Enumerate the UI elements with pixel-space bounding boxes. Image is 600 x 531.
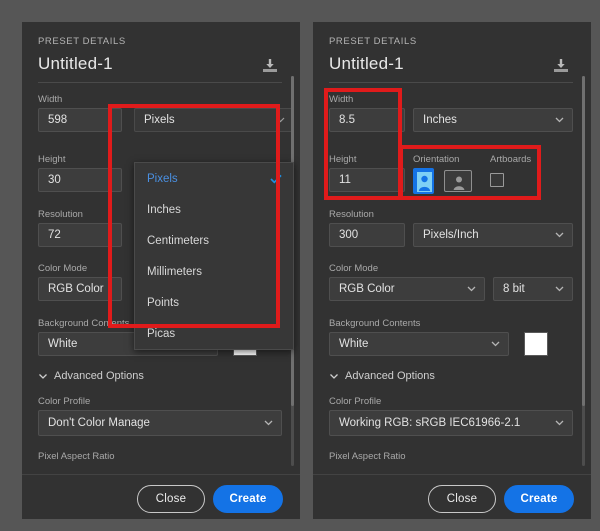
advanced-options-label-left: Advanced Options	[54, 370, 144, 382]
background-contents-label-right: Background Contents	[329, 318, 421, 329]
panel-scrollbar-right[interactable]	[582, 76, 585, 466]
resolution-label-right: Resolution	[329, 209, 374, 220]
units-option-label: Picas	[147, 327, 176, 340]
artboards-label-right: Artboards	[490, 154, 532, 165]
color-profile-value-right: Working RGB: sRGB IEC61966-2.1	[339, 417, 521, 429]
units-option-label: Centimeters	[147, 234, 209, 247]
pixel-aspect-ratio-label-right: Pixel Aspect Ratio	[329, 451, 406, 462]
chevron-down-icon	[555, 230, 564, 239]
width-label-right: Width	[329, 94, 354, 105]
units-option-picas[interactable]: Picas	[135, 318, 293, 349]
chevron-down-icon	[555, 284, 564, 293]
background-color-swatch-right[interactable]	[524, 332, 548, 356]
check-icon	[270, 174, 282, 184]
color-mode-value-right: RGB Color	[339, 283, 395, 295]
artboards-checkbox[interactable]	[490, 173, 504, 187]
background-contents-value-right: White	[339, 338, 369, 350]
advanced-options-toggle-right[interactable]: Advanced Options	[329, 370, 435, 382]
create-button-right[interactable]: Create	[504, 485, 574, 513]
units-option-label: Points	[147, 296, 179, 309]
color-profile-select-right[interactable]: Working RGB: sRGB IEC61966-2.1	[329, 410, 573, 436]
color-mode-label-right: Color Mode	[329, 263, 379, 274]
chevron-down-icon	[329, 371, 339, 381]
chevron-down-icon	[38, 371, 48, 381]
save-preset-icon[interactable]	[551, 57, 571, 75]
chevron-down-icon	[491, 339, 500, 348]
units-select-value-left: Pixels	[144, 114, 175, 126]
color-profile-label-left: Color Profile	[38, 396, 91, 407]
chevron-down-icon	[264, 418, 273, 427]
units-dropdown-menu-left[interactable]: Pixels Inches Centimeters Millimeters Po…	[134, 162, 294, 350]
resolution-unit-value-right: Pixels/Inch	[423, 229, 479, 241]
units-select-left[interactable]: Pixels	[134, 108, 294, 132]
screenshot-stage: PRESET DETAILS Untitled-1 Width 598 Pixe…	[0, 0, 600, 531]
color-depth-value-right: 8 bit	[503, 283, 525, 295]
resolution-input-left[interactable]: 72	[38, 223, 122, 247]
color-profile-select-left[interactable]: Don't Color Manage	[38, 410, 282, 436]
close-button-right[interactable]: Close	[428, 485, 496, 513]
preset-details-heading-right: PRESET DETAILS	[329, 36, 417, 47]
color-profile-label-right: Color Profile	[329, 396, 382, 407]
units-option-label: Millimeters	[147, 265, 202, 278]
footer-divider-left	[22, 474, 300, 475]
scrollbar-thumb[interactable]	[582, 76, 585, 406]
background-contents-select-right[interactable]: White	[329, 332, 509, 356]
units-option-centimeters[interactable]: Centimeters	[135, 225, 293, 256]
color-mode-select-left[interactable]: RGB Color	[38, 277, 122, 301]
width-label-left: Width	[38, 94, 63, 105]
advanced-options-toggle-left[interactable]: Advanced Options	[38, 370, 144, 382]
chevron-down-icon	[555, 115, 564, 124]
color-profile-value-left: Don't Color Manage	[48, 417, 150, 429]
chevron-down-icon	[467, 284, 476, 293]
units-option-points[interactable]: Points	[135, 287, 293, 318]
preset-details-panel-left: PRESET DETAILS Untitled-1 Width 598 Pixe…	[22, 22, 300, 519]
document-name-right: Untitled-1	[329, 54, 404, 73]
close-button-left[interactable]: Close	[137, 485, 205, 513]
units-option-inches[interactable]: Inches	[135, 194, 293, 225]
resolution-label-left: Resolution	[38, 209, 83, 220]
units-option-label: Pixels	[147, 172, 178, 185]
units-select-right[interactable]: Inches	[413, 108, 573, 132]
resolution-input-right[interactable]: 300	[329, 223, 405, 247]
orientation-portrait-icon[interactable]	[413, 168, 434, 194]
advanced-options-label-right: Advanced Options	[345, 370, 435, 382]
save-preset-icon[interactable]	[260, 57, 280, 75]
background-contents-value-left: White	[48, 338, 78, 350]
create-button-left[interactable]: Create	[213, 485, 283, 513]
chevron-down-icon	[276, 115, 285, 124]
width-input-right[interactable]: 8.5	[329, 108, 405, 132]
units-option-millimeters[interactable]: Millimeters	[135, 256, 293, 287]
resolution-unit-select-right[interactable]: Pixels/Inch	[413, 223, 573, 247]
pixel-aspect-ratio-label-left: Pixel Aspect Ratio	[38, 451, 115, 462]
document-name-row-left: Untitled-1	[38, 53, 282, 83]
document-name-left: Untitled-1	[38, 54, 113, 73]
color-mode-label-left: Color Mode	[38, 263, 88, 274]
color-depth-select-right[interactable]: 8 bit	[493, 277, 573, 301]
background-contents-label-left: Background Contents	[38, 318, 130, 329]
units-option-label: Inches	[147, 203, 181, 216]
chevron-down-icon	[555, 418, 564, 427]
document-name-row-right: Untitled-1	[329, 53, 573, 83]
footer-divider-right	[313, 474, 591, 475]
width-input-left[interactable]: 598	[38, 108, 122, 132]
preset-details-heading-left: PRESET DETAILS	[38, 36, 126, 47]
height-input-right[interactable]: 11	[329, 168, 405, 192]
orientation-label-right: Orientation	[413, 154, 460, 165]
height-input-left[interactable]: 30	[38, 168, 122, 192]
orientation-landscape-icon[interactable]	[444, 170, 472, 192]
units-option-pixels[interactable]: Pixels	[135, 163, 293, 194]
preset-details-panel-right: PRESET DETAILS Untitled-1 Width 8.5 Inch…	[313, 22, 591, 519]
units-select-value-right: Inches	[423, 114, 457, 126]
height-label-right: Height	[329, 154, 357, 165]
height-label-left: Height	[38, 154, 66, 165]
color-mode-select-right[interactable]: RGB Color	[329, 277, 485, 301]
